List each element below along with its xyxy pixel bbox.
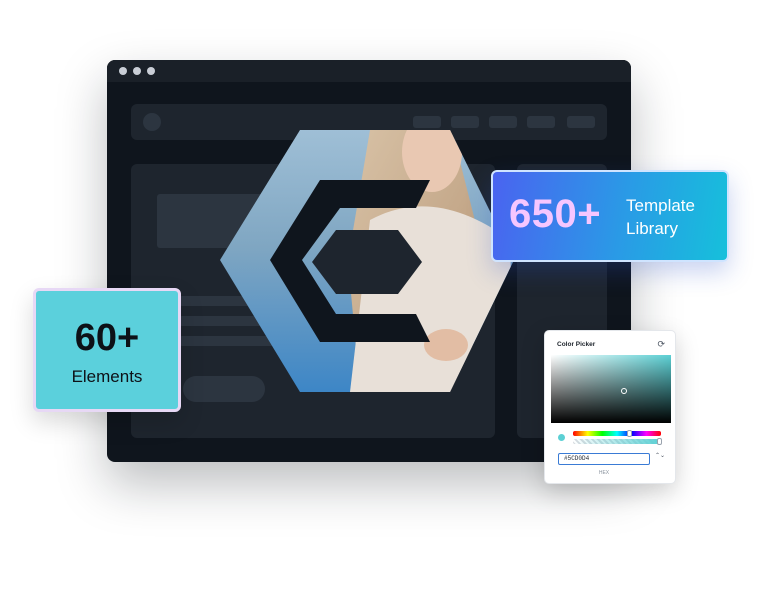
elements-card: 60+ Elements xyxy=(33,288,181,412)
saturation-handle[interactable] xyxy=(621,388,627,394)
color-picker-title: Color Picker xyxy=(557,341,596,348)
template-label: Template Library xyxy=(626,194,695,240)
mock-nav-item xyxy=(451,116,479,128)
hex-input[interactable]: #5CD0D4 xyxy=(558,453,650,465)
template-count: 650+ xyxy=(509,192,602,236)
template-label-line2: Library xyxy=(626,219,678,238)
hexagon-photo-art xyxy=(220,130,514,392)
hue-slider[interactable] xyxy=(573,430,661,437)
color-swatch xyxy=(558,434,565,441)
elements-label: Elements xyxy=(71,367,143,386)
format-stepper-icon[interactable]: ⌃⌄ xyxy=(655,453,665,459)
refresh-icon[interactable]: ⟳ xyxy=(657,339,665,349)
alpha-slider[interactable] xyxy=(573,438,662,445)
window-titlebar xyxy=(107,60,631,82)
elements-count: 60+ xyxy=(74,317,140,359)
mock-nav-item xyxy=(527,116,555,128)
mock-nav-item xyxy=(489,116,517,128)
mock-nav-item xyxy=(413,116,441,128)
window-dot-icon xyxy=(147,67,155,75)
mock-logo-circle xyxy=(143,113,161,131)
hand-shape xyxy=(424,329,468,361)
template-label-line1: Template xyxy=(626,196,695,215)
alpha-slider-handle[interactable] xyxy=(657,438,662,445)
color-picker-panel: Color Picker ⟳ #5CD0D4 ⌃⌄ HEX xyxy=(544,330,676,484)
window-dot-icon xyxy=(133,67,141,75)
hue-slider-handle[interactable] xyxy=(627,430,632,437)
saturation-area[interactable] xyxy=(551,355,671,423)
template-library-card: 650+ Template Library xyxy=(491,170,729,262)
hex-format-label: HEX xyxy=(598,470,610,476)
mock-nav-item xyxy=(567,116,595,128)
window-dot-icon xyxy=(119,67,127,75)
